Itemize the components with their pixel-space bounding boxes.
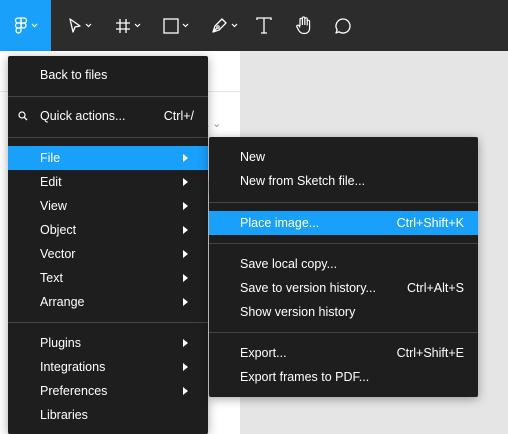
submenu-arrow-icon <box>183 226 188 234</box>
menu-item-save-local-copy[interactable]: Save local copy... <box>209 252 478 276</box>
menu-item-label: Preferences <box>40 384 108 398</box>
figma-logo-icon <box>14 16 27 34</box>
menu-item-preferences[interactable]: Preferences <box>8 379 208 403</box>
menu-item-label: Integrations <box>40 360 106 374</box>
chevron-down-icon <box>231 23 237 28</box>
menu-item-label: Save local copy... <box>240 257 338 271</box>
submenu-arrow-icon <box>183 154 188 162</box>
menu-separator <box>8 322 208 323</box>
pen-tool-button[interactable] <box>204 0 244 51</box>
menu-item-text[interactable]: Text <box>8 266 208 290</box>
text-tool-button[interactable] <box>252 0 276 51</box>
menu-item-shortcut: Ctrl+Alt+S <box>407 281 464 295</box>
shape-tool-button[interactable] <box>156 0 196 51</box>
menu-item-new[interactable]: New <box>209 145 478 169</box>
frame-tool-button[interactable] <box>110 0 146 51</box>
search-icon <box>18 111 28 121</box>
file-submenu: New New from Sketch file... Place image.… <box>209 137 478 397</box>
chevron-down-icon <box>182 23 189 28</box>
submenu-arrow-icon <box>183 298 188 306</box>
menu-item-place-image[interactable]: Place image... Ctrl+Shift+K <box>209 211 478 235</box>
text-icon <box>256 17 272 34</box>
submenu-arrow-icon <box>183 250 188 258</box>
rectangle-icon <box>163 17 179 34</box>
menu-item-label: New <box>240 150 266 164</box>
menu-item-label: Edit <box>40 175 62 189</box>
menu-item-back-to-files[interactable]: Back to files <box>8 63 208 87</box>
menu-item-label: Export frames to PDF... <box>240 370 370 384</box>
menu-item-quick-actions[interactable]: Quick actions... Ctrl+/ <box>8 104 208 128</box>
menu-item-label: View <box>40 199 67 213</box>
menu-item-view[interactable]: View <box>8 194 208 218</box>
menu-item-save-to-version-history[interactable]: Save to version history... Ctrl+Alt+S <box>209 276 478 300</box>
menu-item-label: Save to version history... <box>240 281 376 295</box>
menu-item-show-version-history[interactable]: Show version history <box>209 300 478 324</box>
menu-item-vector[interactable]: Vector <box>8 242 208 266</box>
menu-item-shortcut: Ctrl+Shift+K <box>396 216 464 230</box>
menu-item-export-frames-to-pdf[interactable]: Export frames to PDF... <box>209 365 478 389</box>
chevron-down-icon <box>85 23 92 28</box>
submenu-arrow-icon <box>183 339 188 347</box>
comment-tool-button[interactable] <box>331 0 355 51</box>
menu-item-libraries[interactable]: Libraries <box>8 403 208 427</box>
chevron-down-icon <box>134 23 141 28</box>
frame-hash-icon <box>116 18 130 33</box>
menu-item-label: Place image... <box>240 216 320 230</box>
move-tool-button[interactable] <box>60 0 100 51</box>
menu-item-shortcut: Ctrl+/ <box>163 109 194 123</box>
menu-separator <box>209 332 478 333</box>
menu-item-plugins[interactable]: Plugins <box>8 331 208 355</box>
move-pointer-icon <box>69 17 81 33</box>
menu-item-label: Show version history <box>240 305 356 319</box>
menu-separator <box>8 96 208 97</box>
menu-item-label: New from Sketch file... <box>240 174 366 188</box>
pen-icon <box>211 18 227 33</box>
toolbar <box>0 0 508 51</box>
menu-item-label: Text <box>40 271 63 285</box>
menu-item-edit[interactable]: Edit <box>8 170 208 194</box>
menu-separator <box>209 243 478 244</box>
menu-item-label: Arrange <box>40 295 85 309</box>
menu-item-label: Export... <box>240 346 287 360</box>
menu-item-label: Object <box>40 223 77 237</box>
menu-item-label: Vector <box>40 247 76 261</box>
menu-item-label: File <box>40 151 61 165</box>
menu-item-arrange[interactable]: Arrange <box>8 290 208 314</box>
menu-item-label: Plugins <box>40 336 81 350</box>
comment-icon <box>335 17 351 34</box>
submenu-arrow-icon <box>183 274 188 282</box>
main-menu-button[interactable] <box>0 0 51 51</box>
menu-item-object[interactable]: Object <box>8 218 208 242</box>
menu-item-integrations[interactable]: Integrations <box>8 355 208 379</box>
menu-item-label: Back to files <box>40 68 108 82</box>
submenu-arrow-icon <box>183 202 188 210</box>
menu-separator <box>8 137 208 138</box>
menu-item-label: Libraries <box>40 408 88 422</box>
submenu-arrow-icon <box>183 363 188 371</box>
chevron-down-icon <box>31 23 37 28</box>
hand-tool-button[interactable] <box>292 0 316 51</box>
main-menu: Back to files Quick actions... Ctrl+/ Fi… <box>8 56 208 434</box>
submenu-arrow-icon <box>183 178 188 186</box>
menu-item-label: Quick actions... <box>40 109 126 123</box>
submenu-arrow-icon <box>183 387 188 395</box>
hand-icon <box>296 16 311 35</box>
menu-item-file[interactable]: File <box>8 146 208 170</box>
menu-item-export[interactable]: Export... Ctrl+Shift+E <box>209 341 478 365</box>
menu-item-shortcut: Ctrl+Shift+E <box>396 346 464 360</box>
menu-item-new-from-sketch[interactable]: New from Sketch file... <box>209 169 478 193</box>
menu-separator <box>209 202 478 203</box>
